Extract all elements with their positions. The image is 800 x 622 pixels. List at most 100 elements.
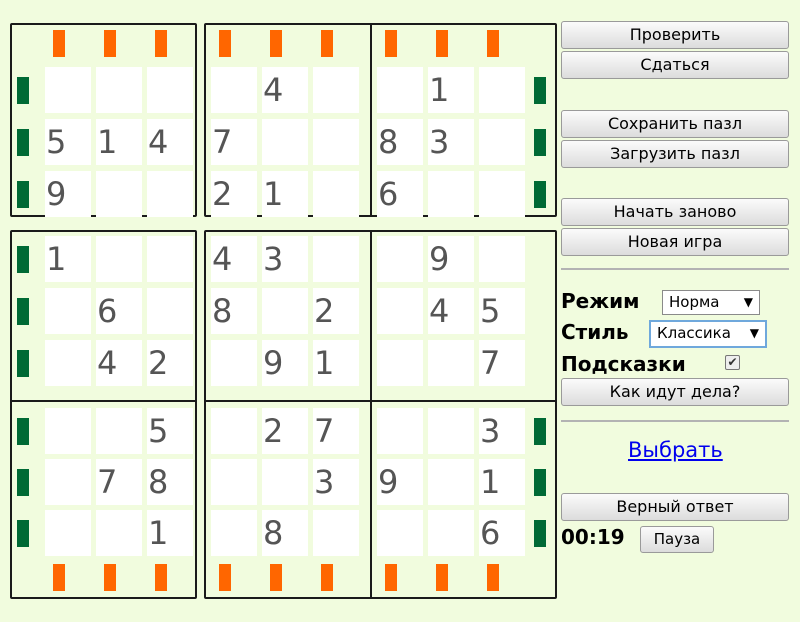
sudoku-cell[interactable] [45, 67, 91, 113]
style-select[interactable]: Классика ▼ [649, 320, 767, 348]
sudoku-cell[interactable]: 5 [479, 288, 525, 334]
how-going-button[interactable]: Как идут дела? [561, 378, 789, 406]
orange-marker [487, 30, 499, 57]
sudoku-cell[interactable]: 4 [147, 119, 193, 165]
sudoku-cell[interactable]: 5 [147, 408, 193, 454]
sudoku-cell[interactable]: 9 [262, 340, 308, 386]
sudoku-cell[interactable]: 9 [428, 236, 474, 282]
sudoku-cell[interactable]: 6 [96, 288, 142, 334]
sudoku-cell[interactable] [377, 67, 423, 113]
orange-marker [155, 564, 167, 591]
sudoku-cell[interactable]: 1 [313, 340, 359, 386]
sudoku-cell[interactable] [96, 171, 142, 217]
sudoku-cell[interactable] [211, 408, 257, 454]
sudoku-cell[interactable]: 5 [45, 119, 91, 165]
sudoku-cell[interactable] [428, 340, 474, 386]
sudoku-cell[interactable] [428, 408, 474, 454]
sudoku-cell[interactable]: 1 [479, 459, 525, 505]
sudoku-cell[interactable] [45, 288, 91, 334]
sudoku-cell[interactable]: 9 [377, 459, 423, 505]
sudoku-cell[interactable]: 1 [428, 67, 474, 113]
sudoku-cell[interactable] [96, 510, 142, 556]
sudoku-cell[interactable] [96, 236, 142, 282]
sudoku-cell[interactable] [45, 340, 91, 386]
sudoku-cell[interactable]: 6 [479, 510, 525, 556]
sudoku-cell[interactable] [313, 236, 359, 282]
sudoku-cell[interactable] [313, 119, 359, 165]
sudoku-cell[interactable] [96, 67, 142, 113]
sudoku-cell[interactable] [262, 459, 308, 505]
sudoku-cell[interactable] [147, 288, 193, 334]
restart-button[interactable]: Начать заново [561, 198, 789, 226]
sudoku-cell[interactable] [45, 459, 91, 505]
sudoku-cell[interactable]: 2 [262, 408, 308, 454]
save-puzzle-button[interactable]: Сохранить пазл [561, 110, 789, 138]
sudoku-cell[interactable] [377, 288, 423, 334]
sudoku-cell[interactable] [147, 67, 193, 113]
sudoku-cell[interactable]: 1 [262, 171, 308, 217]
sudoku-cell[interactable] [262, 288, 308, 334]
sudoku-cell[interactable]: 7 [211, 119, 257, 165]
sudoku-cell[interactable] [428, 459, 474, 505]
give-up-button[interactable]: Сдаться [561, 51, 789, 79]
pause-button[interactable]: Пауза [640, 526, 714, 553]
sudoku-cell[interactable] [211, 340, 257, 386]
sudoku-cell[interactable]: 8 [211, 288, 257, 334]
sudoku-cell[interactable]: 8 [262, 510, 308, 556]
sudoku-cell[interactable] [428, 510, 474, 556]
sudoku-cell[interactable]: 2 [147, 340, 193, 386]
orange-marker [104, 564, 116, 591]
sudoku-cell[interactable]: 3 [262, 236, 308, 282]
mode-select[interactable]: Норма ▼ [662, 290, 760, 315]
sudoku-cell[interactable] [377, 510, 423, 556]
sudoku-cell[interactable]: 9 [45, 171, 91, 217]
sudoku-cell[interactable] [313, 67, 359, 113]
sudoku-cell[interactable] [262, 119, 308, 165]
sudoku-cell[interactable] [313, 171, 359, 217]
sudoku-cell[interactable] [479, 236, 525, 282]
sudoku-cell[interactable] [147, 236, 193, 282]
sudoku-cell[interactable]: 3 [313, 459, 359, 505]
sudoku-cell[interactable]: 4 [211, 236, 257, 282]
sudoku-cell[interactable]: 8 [377, 119, 423, 165]
sudoku-cell[interactable] [479, 67, 525, 113]
sudoku-cell[interactable]: 7 [313, 408, 359, 454]
choose-link[interactable]: Выбрать [628, 438, 723, 462]
sudoku-cell[interactable] [211, 510, 257, 556]
sudoku-cell[interactable]: 8 [147, 459, 193, 505]
sudoku-cell[interactable]: 1 [45, 236, 91, 282]
sudoku-cell[interactable]: 4 [428, 288, 474, 334]
sudoku-cell[interactable] [211, 67, 257, 113]
sudoku-cell[interactable] [377, 236, 423, 282]
sudoku-cell[interactable]: 2 [211, 171, 257, 217]
separator [561, 268, 789, 270]
sudoku-cell[interactable]: 3 [479, 408, 525, 454]
sudoku-cell[interactable]: 1 [96, 119, 142, 165]
sudoku-cell[interactable] [428, 171, 474, 217]
orange-marker [436, 564, 448, 591]
sudoku-cell[interactable]: 4 [262, 67, 308, 113]
sudoku-cell[interactable] [147, 171, 193, 217]
correct-answer-button[interactable]: Верный ответ [561, 493, 789, 521]
sudoku-cell[interactable] [479, 171, 525, 217]
sudoku-cell[interactable] [96, 408, 142, 454]
style-label: Стиль [561, 320, 629, 344]
sudoku-cell[interactable] [479, 119, 525, 165]
sudoku-cell[interactable]: 1 [147, 510, 193, 556]
sudoku-cell[interactable] [45, 510, 91, 556]
sudoku-cell[interactable]: 7 [96, 459, 142, 505]
sudoku-cell[interactable] [377, 340, 423, 386]
sudoku-cell[interactable] [211, 459, 257, 505]
sudoku-cell[interactable]: 2 [313, 288, 359, 334]
sudoku-cell[interactable]: 6 [377, 171, 423, 217]
sudoku-cell[interactable]: 7 [479, 340, 525, 386]
hints-checkbox[interactable]: ✔ [725, 355, 740, 370]
sudoku-cell[interactable] [45, 408, 91, 454]
sudoku-cell[interactable]: 3 [428, 119, 474, 165]
check-button[interactable]: Проверить [561, 21, 789, 49]
sudoku-cell[interactable]: 4 [96, 340, 142, 386]
new-game-button[interactable]: Новая игра [561, 228, 789, 256]
sudoku-cell[interactable] [313, 510, 359, 556]
load-puzzle-button[interactable]: Загрузить пазл [561, 140, 789, 168]
sudoku-cell[interactable] [377, 408, 423, 454]
